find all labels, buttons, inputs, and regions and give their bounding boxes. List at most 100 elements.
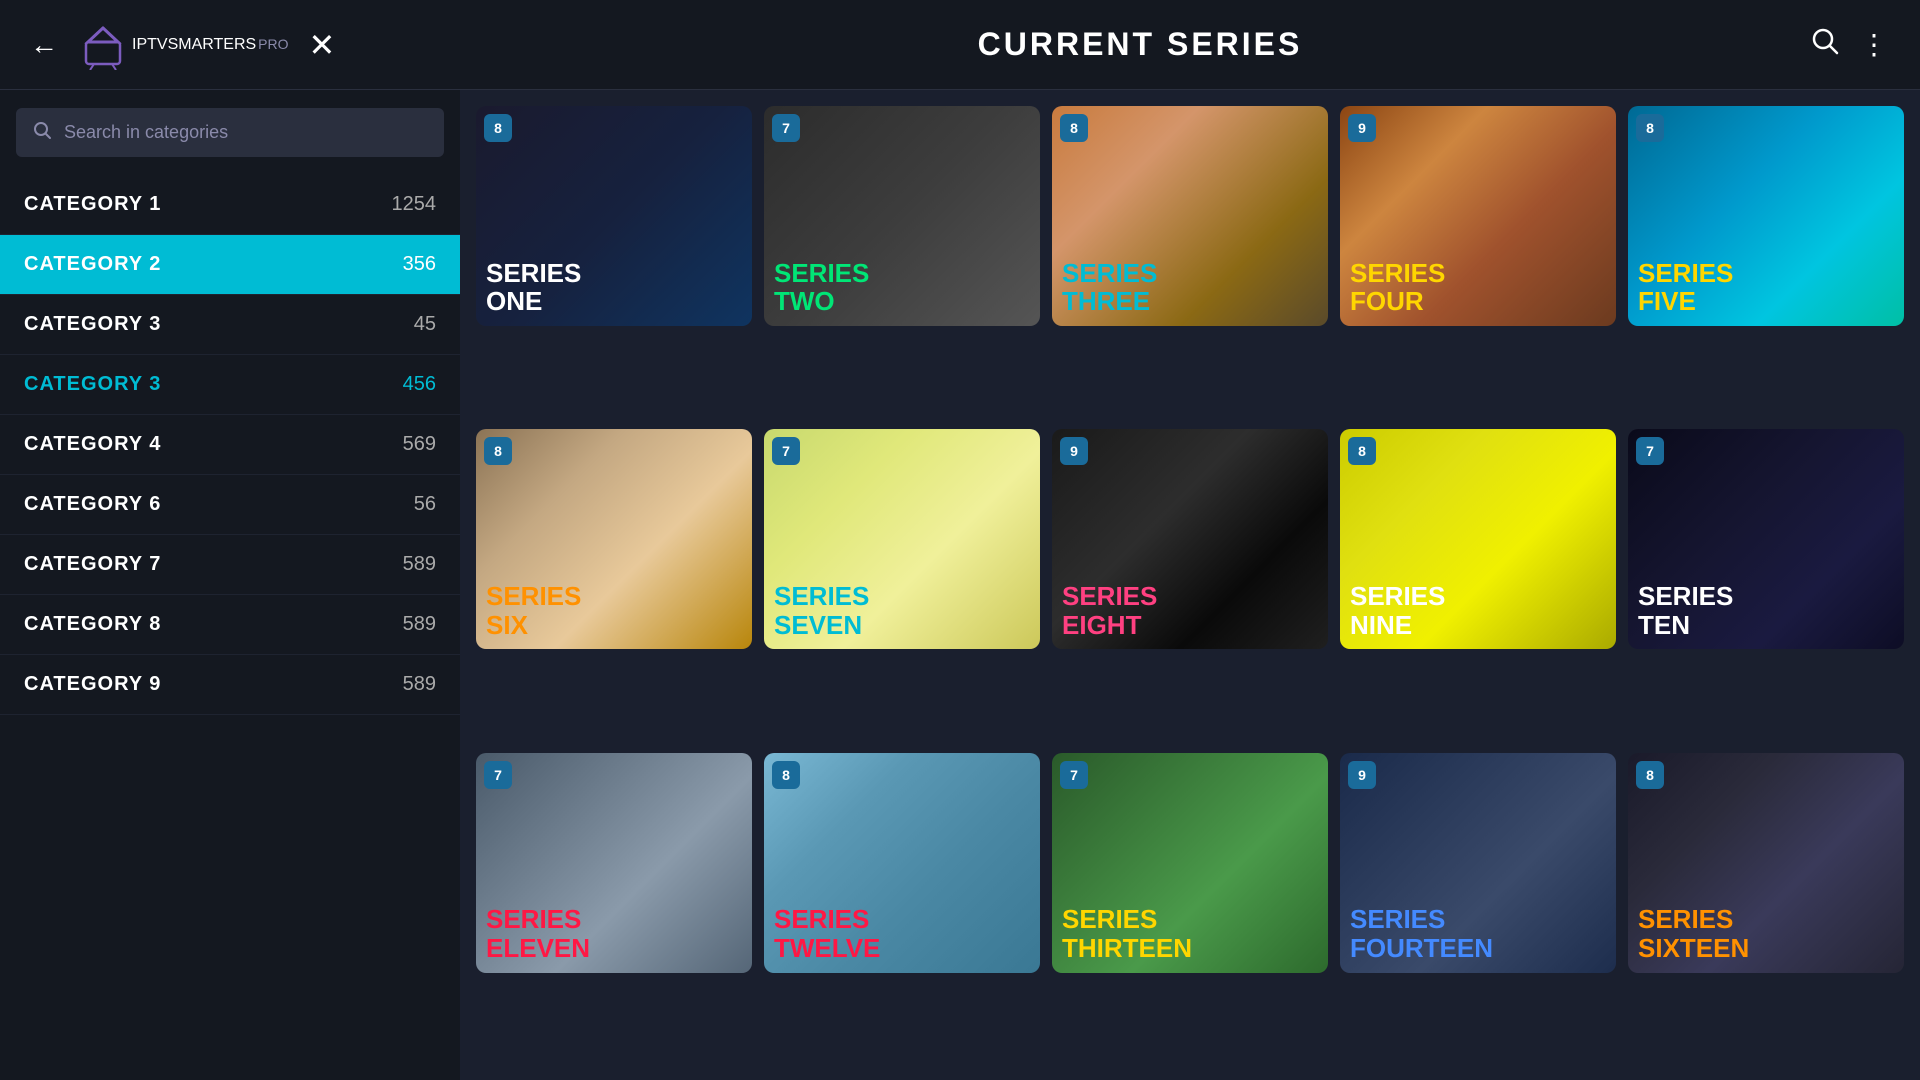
category-list: CATEGORY 1 1254 CATEGORY 2 356 CATEGORY … [0, 175, 460, 1080]
category-item[interactable]: CATEGORY 6 56 [0, 475, 460, 535]
card-background: 9 SERIES FOUR [1340, 106, 1616, 326]
close-button[interactable]: ✕ [309, 29, 336, 61]
header-left: ← IPTVSMARTERSPRO ✕ [30, 20, 490, 70]
category-item[interactable]: CATEGORY 8 589 [0, 595, 460, 655]
card-title-line2: TWELVE [774, 934, 1030, 963]
card-title-line2: ELEVEN [486, 934, 742, 963]
category-count: 569 [403, 433, 436, 456]
category-name: CATEGORY 2 [24, 253, 161, 276]
category-count: 589 [403, 673, 436, 696]
card-badge: 9 [1348, 761, 1376, 789]
category-item[interactable]: CATEGORY 7 589 [0, 535, 460, 595]
card-title: SERIES TWELVE [774, 905, 1030, 962]
card-title: SERIES ONE [486, 259, 742, 316]
category-name: CATEGORY 1 [24, 193, 161, 216]
card-title-line2: SIXTEEN [1638, 934, 1894, 963]
card-title-line2: THREE [1062, 287, 1318, 316]
card-title-line1: SERIES [1638, 259, 1894, 288]
search-input[interactable] [64, 122, 428, 143]
logo: IPTVSMARTERSPRO [78, 20, 289, 70]
category-item[interactable]: CATEGORY 3 45 [0, 295, 460, 355]
category-name: CATEGORY 9 [24, 673, 161, 696]
card-title-line1: SERIES [1062, 582, 1318, 611]
series-card[interactable]: 8 SERIES SIX [476, 429, 752, 649]
card-title-line1: SERIES [1350, 259, 1606, 288]
category-count: 589 [403, 553, 436, 576]
card-title-line2: ONE [486, 287, 742, 316]
series-card[interactable]: 8 SERIES TWELVE [764, 753, 1040, 973]
category-name: CATEGORY 6 [24, 493, 161, 516]
category-item[interactable]: CATEGORY 3 456 [0, 355, 460, 415]
card-badge: 8 [1348, 437, 1376, 465]
page-title: CURRENT SERIES [978, 26, 1303, 62]
card-badge: 8 [484, 114, 512, 142]
header-right: ⋮ [1790, 26, 1890, 63]
more-options-button[interactable]: ⋮ [1860, 28, 1890, 61]
logo-text: IPTVSMARTERSPRO [132, 36, 289, 54]
series-card[interactable]: 9 SERIES EIGHT [1052, 429, 1328, 649]
card-background: 8 SERIES SIX [476, 429, 752, 649]
card-title-line1: SERIES [486, 905, 742, 934]
search-icon-button[interactable] [1810, 26, 1840, 63]
card-background: 8 SERIES NINE [1340, 429, 1616, 649]
series-card[interactable]: 8 SERIES SIXTEEN [1628, 753, 1904, 973]
card-title: SERIES SIXTEEN [1638, 905, 1894, 962]
card-title-line1: SERIES [1350, 582, 1606, 611]
card-badge: 7 [772, 114, 800, 142]
card-badge: 8 [484, 437, 512, 465]
card-title: SERIES SIX [486, 582, 742, 639]
series-card[interactable]: 7 SERIES TWO [764, 106, 1040, 326]
card-background: 7 SERIES THIRTEEN [1052, 753, 1328, 973]
back-button[interactable]: ← [30, 29, 58, 61]
category-item[interactable]: CATEGORY 4 569 [0, 415, 460, 475]
card-badge: 8 [1636, 761, 1664, 789]
series-card[interactable]: 7 SERIES SEVEN [764, 429, 1040, 649]
logo-iptv: IPTV [132, 36, 168, 53]
card-title: SERIES EIGHT [1062, 582, 1318, 639]
card-title: SERIES THIRTEEN [1062, 905, 1318, 962]
category-search-box[interactable] [16, 108, 444, 157]
card-background: 8 SERIES TWELVE [764, 753, 1040, 973]
card-background: 7 SERIES TEN [1628, 429, 1904, 649]
series-card[interactable]: 9 SERIES FOURTEEN [1340, 753, 1616, 973]
series-card[interactable]: 8 SERIES FIVE [1628, 106, 1904, 326]
logo-icon [78, 20, 128, 70]
card-title-line1: SERIES [774, 905, 1030, 934]
card-title: SERIES FIVE [1638, 259, 1894, 316]
card-background: 9 SERIES EIGHT [1052, 429, 1328, 649]
category-count: 1254 [392, 193, 437, 216]
category-item[interactable]: CATEGORY 1 1254 [0, 175, 460, 235]
card-background: 7 SERIES SEVEN [764, 429, 1040, 649]
search-icon [1810, 26, 1840, 56]
card-badge: 9 [1348, 114, 1376, 142]
category-name: CATEGORY 7 [24, 553, 161, 576]
header-center: CURRENT SERIES [490, 26, 1790, 63]
card-title-line1: SERIES [1638, 905, 1894, 934]
series-card[interactable]: 8 SERIES ONE [476, 106, 752, 326]
card-badge: 8 [772, 761, 800, 789]
category-name: CATEGORY 3 [24, 313, 161, 336]
card-title: SERIES FOUR [1350, 259, 1606, 316]
series-card[interactable]: 8 SERIES NINE [1340, 429, 1616, 649]
card-title: SERIES ELEVEN [486, 905, 742, 962]
series-card[interactable]: 8 SERIES THREE [1052, 106, 1328, 326]
card-title: SERIES TWO [774, 259, 1030, 316]
logo-smarters: SMARTERS [168, 36, 257, 53]
category-item[interactable]: CATEGORY 2 356 [0, 235, 460, 295]
card-title-line1: SERIES [1638, 582, 1894, 611]
card-badge: 7 [484, 761, 512, 789]
series-grid: 8 SERIES ONE 7 SERIES TWO 8 SERIES THREE… [460, 90, 1920, 1080]
series-card[interactable]: 7 SERIES THIRTEEN [1052, 753, 1328, 973]
category-item[interactable]: CATEGORY 9 589 [0, 655, 460, 715]
card-badge: 7 [1636, 437, 1664, 465]
main-layout: CATEGORY 1 1254 CATEGORY 2 356 CATEGORY … [0, 90, 1920, 1080]
series-card[interactable]: 7 SERIES ELEVEN [476, 753, 752, 973]
card-title: SERIES TEN [1638, 582, 1894, 639]
card-title-line2: EIGHT [1062, 611, 1318, 640]
series-card[interactable]: 7 SERIES TEN [1628, 429, 1904, 649]
category-name: CATEGORY 4 [24, 433, 161, 456]
card-title-line1: SERIES [1350, 905, 1606, 934]
card-background: 8 SERIES ONE [476, 106, 752, 326]
series-card[interactable]: 9 SERIES FOUR [1340, 106, 1616, 326]
card-background: 7 SERIES TWO [764, 106, 1040, 326]
